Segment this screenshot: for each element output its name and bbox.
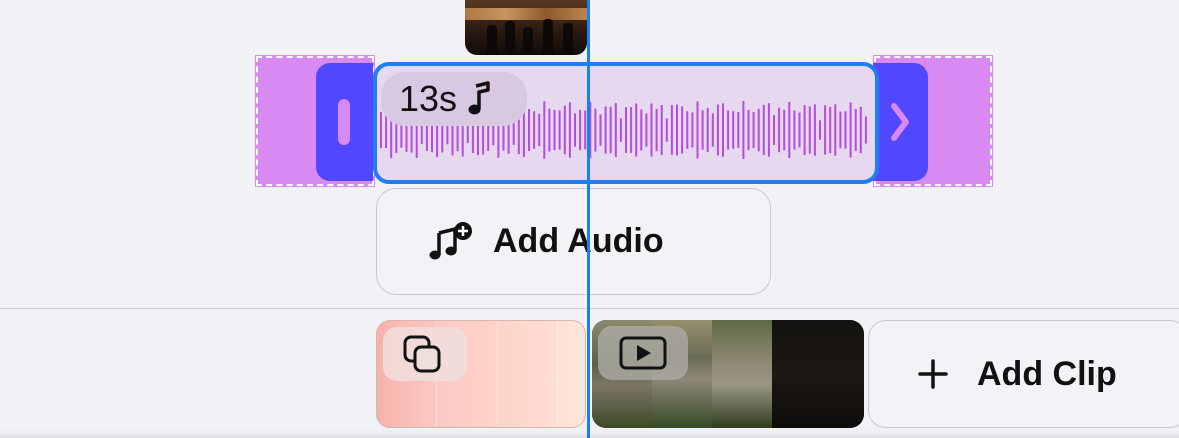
image-clip[interactable] bbox=[376, 320, 586, 428]
add-clip-label: Add Clip bbox=[977, 354, 1117, 393]
bottom-edge-shadow bbox=[0, 430, 1179, 438]
duration-label: 13s bbox=[399, 78, 458, 119]
chevron-right-icon bbox=[891, 103, 909, 141]
video-thumbnail-top[interactable] bbox=[465, 0, 587, 55]
plus-icon bbox=[918, 359, 948, 389]
add-audio-label: Add Audio bbox=[493, 222, 664, 260]
video-clip-badge bbox=[598, 326, 688, 380]
add-audio-button[interactable]: Add Audio bbox=[376, 188, 771, 295]
video-clip[interactable] bbox=[592, 320, 864, 428]
grip-icon bbox=[338, 99, 350, 145]
overlapping-squares-icon bbox=[403, 335, 441, 373]
trim-handle-right[interactable] bbox=[873, 63, 928, 181]
add-clip-button[interactable]: Add Clip bbox=[868, 320, 1179, 428]
trim-handle-left[interactable] bbox=[316, 63, 373, 181]
play-rectangle-icon bbox=[619, 336, 667, 370]
music-note-plus-icon bbox=[429, 221, 472, 259]
image-clip-badge bbox=[383, 327, 467, 381]
playhead[interactable] bbox=[587, 0, 590, 438]
music-note-icon bbox=[468, 81, 490, 115]
duration-badge: 13s bbox=[381, 72, 527, 126]
